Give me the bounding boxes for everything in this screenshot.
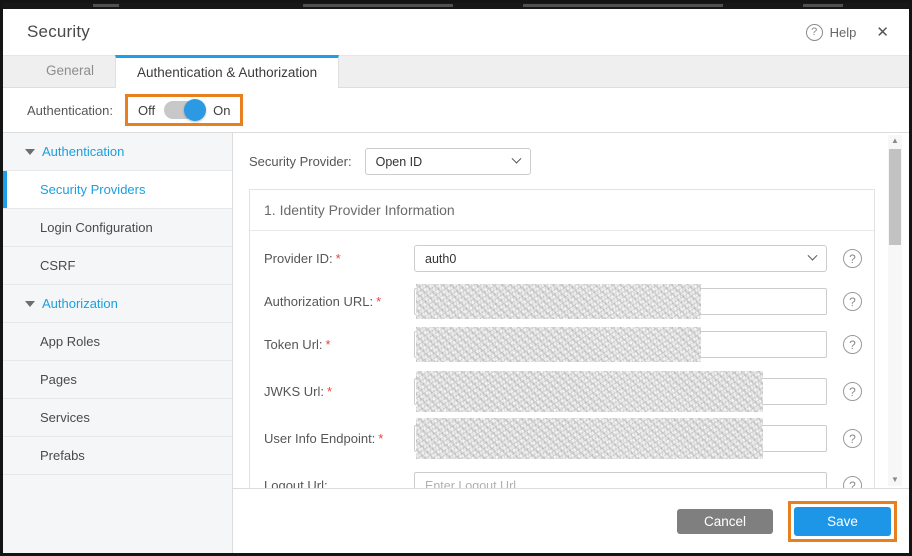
logout-url-help-icon[interactable]: ? <box>843 476 862 489</box>
dialog-body: Authentication Security Providers Login … <box>3 133 909 553</box>
required-mark: * <box>378 431 383 446</box>
field-row-logout-url: Logout Url: ? <box>250 466 874 489</box>
toggle-on-label: On <box>213 103 230 118</box>
toggle-off-label: Off <box>138 103 155 118</box>
authentication-toggle-row: Authentication: Off On <box>3 88 909 133</box>
sidebar-item-prefabs[interactable]: Prefabs <box>3 437 232 475</box>
required-mark: * <box>326 337 331 352</box>
help-button[interactable]: ? Help <box>806 24 857 41</box>
caret-down-icon <box>25 149 35 155</box>
provider-id-value: auth0 <box>425 252 456 266</box>
help-icon: ? <box>806 24 823 41</box>
scroll-down-icon[interactable]: ▼ <box>891 474 899 486</box>
dialog-titlebar: Security ? Help ✕ <box>3 9 909 55</box>
security-provider-label: Security Provider: <box>249 154 352 169</box>
highlight-box-toggle: Off On <box>125 94 243 126</box>
authentication-toggle[interactable] <box>164 101 204 119</box>
sidebar-item-csrf[interactable]: CSRF <box>3 247 232 285</box>
jwks-url-help-icon[interactable]: ? <box>843 382 862 401</box>
authorization-url-help-icon[interactable]: ? <box>843 292 862 311</box>
security-provider-select[interactable]: Open ID <box>365 148 531 175</box>
required-mark: * <box>376 294 381 309</box>
tab-general[interactable]: General <box>25 54 115 87</box>
token-url-help-icon[interactable]: ? <box>843 335 862 354</box>
logout-url-label: Logout Url: <box>264 478 328 489</box>
sidebar-item-pages[interactable]: Pages <box>3 361 232 399</box>
logout-url-input[interactable] <box>414 472 827 489</box>
authentication-label: Authentication: <box>27 103 113 118</box>
jwks-url-input[interactable] <box>414 378 827 405</box>
user-info-endpoint-input[interactable] <box>414 425 827 452</box>
settings-sidebar: Authentication Security Providers Login … <box>3 133 233 553</box>
security-dialog: Security ? Help ✕ General Authentication… <box>0 0 912 556</box>
cancel-button[interactable]: Cancel <box>677 509 773 534</box>
scroll-up-icon[interactable]: ▲ <box>891 135 899 147</box>
dialog-footer: Cancel Save <box>233 489 909 553</box>
user-info-endpoint-label: User Info Endpoint: <box>264 431 375 446</box>
identity-provider-section: 1. Identity Provider Information Provide… <box>249 189 875 489</box>
sidebar-group-authentication[interactable]: Authentication <box>3 133 232 171</box>
toggle-knob <box>184 99 206 121</box>
sidebar-group-authorization[interactable]: Authorization <box>3 285 232 323</box>
section-title: 1. Identity Provider Information <box>250 190 874 231</box>
field-row-authorization-url: Authorization URL:* ? <box>250 282 874 321</box>
jwks-url-label: JWKS Url: <box>264 384 324 399</box>
form-scroll-area: Security Provider: Open ID 1. Identity P… <box>233 133 909 489</box>
save-button[interactable]: Save <box>794 507 891 536</box>
tab-authentication-authorization[interactable]: Authentication & Authorization <box>115 55 339 88</box>
provider-form-panel: Security Provider: Open ID 1. Identity P… <box>233 133 909 553</box>
token-url-label: Token Url: <box>264 337 323 352</box>
chevron-down-icon <box>808 251 818 261</box>
field-row-token-url: Token Url:* ? <box>250 325 874 364</box>
sidebar-item-security-providers[interactable]: Security Providers <box>3 171 232 209</box>
provider-id-help-icon[interactable]: ? <box>843 249 862 268</box>
user-info-endpoint-help-icon[interactable]: ? <box>843 429 862 448</box>
caret-down-icon <box>25 301 35 307</box>
highlight-box-save: Save <box>788 501 897 542</box>
token-url-input[interactable] <box>414 331 827 358</box>
sidebar-item-app-roles[interactable]: App Roles <box>3 323 232 361</box>
authorization-url-input[interactable] <box>414 288 827 315</box>
background-app-strip <box>3 3 909 9</box>
help-label: Help <box>830 25 857 40</box>
vertical-scrollbar: ▲ ▼ <box>888 135 902 486</box>
sidebar-item-login-configuration[interactable]: Login Configuration <box>3 209 232 247</box>
required-mark: * <box>327 384 332 399</box>
close-icon[interactable]: ✕ <box>876 23 889 41</box>
provider-id-label: Provider ID: <box>264 251 333 266</box>
security-provider-row: Security Provider: Open ID <box>249 148 875 175</box>
tab-bar: General Authentication & Authorization <box>3 55 909 88</box>
provider-id-select[interactable]: auth0 <box>414 245 827 272</box>
field-row-jwks-url: JWKS Url:* ? <box>250 372 874 411</box>
required-mark: * <box>336 251 341 266</box>
scrollbar-track[interactable] <box>888 147 902 474</box>
scrollbar-thumb[interactable] <box>889 149 901 245</box>
security-provider-value: Open ID <box>376 155 423 169</box>
authorization-url-label: Authorization URL: <box>264 294 373 309</box>
field-row-provider-id: Provider ID:* auth0 ? <box>250 239 874 278</box>
dialog-title: Security <box>27 22 806 42</box>
sidebar-item-services[interactable]: Services <box>3 399 232 437</box>
field-row-user-info-endpoint: User Info Endpoint:* ? <box>250 419 874 458</box>
chevron-down-icon <box>511 154 521 164</box>
